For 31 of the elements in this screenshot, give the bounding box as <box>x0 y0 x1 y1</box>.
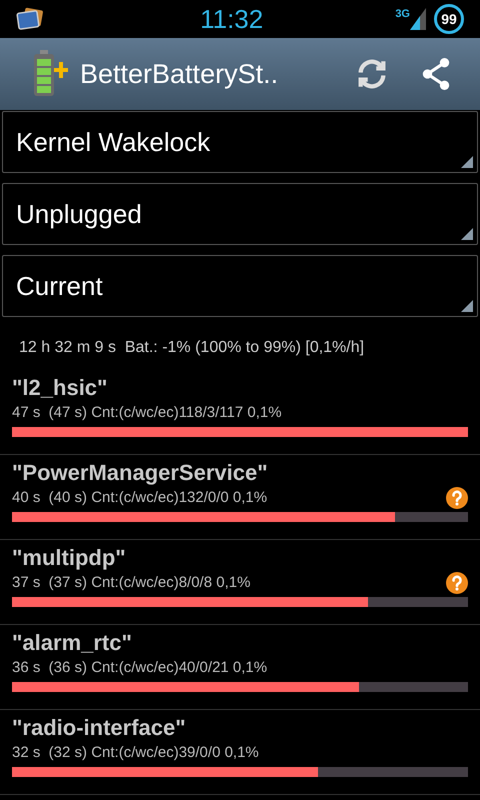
clock: 11:32 <box>200 2 264 36</box>
wakelock-details: 36 s (36 s) Cnt:(c/wc/ec)40/0/21 0,1% <box>12 658 268 678</box>
dropdown-corner-icon <box>461 300 473 312</box>
dropdown-corner-icon <box>461 228 473 240</box>
dropdown[interactable]: Kernel Wakelock <box>2 111 478 173</box>
battery-indicator: 99 <box>434 4 464 34</box>
dropdown[interactable]: Unplugged <box>2 183 478 245</box>
wakelock-row[interactable]: "l2_hsic" 47 s (47 s) Cnt:(c/wc/ec)118/3/117 0,1% <box>0 370 480 455</box>
wakelock-name: "radio-interface" <box>12 714 187 742</box>
app-title: BetterBatterySt.. <box>80 58 280 91</box>
signal-icon <box>410 8 426 30</box>
summary-text: 12 h 32 m 9 s Bat.: -1% (100% to 99%) [0,1%/h] <box>18 338 366 358</box>
wakelock-name: "l2_hsic" <box>12 374 108 402</box>
wakelock-name: "multipdp" <box>12 544 127 572</box>
wakelock-row[interactable]: "PowerManagerService" 40 s (40 s) Cnt:(c/wc/ec)132/0/0 0,1% <box>0 455 480 540</box>
dropdown[interactable]: Current <box>2 255 478 317</box>
wakelock-details: 37 s (37 s) Cnt:(c/wc/ec)8/0/8 0,1% <box>12 572 250 593</box>
wakelock-name: "alarm_rtc" <box>12 629 133 657</box>
battery-plus-icon <box>32 50 68 98</box>
help-icon[interactable] <box>446 572 468 594</box>
network-type: 3G <box>395 7 410 22</box>
wakelock-row[interactable]: "radio-interface" 32 s (32 s) Cnt:(c/wc/ec)39/0/0 0,1% <box>0 710 480 795</box>
wakelock-row[interactable]: "alarm_rtc" 36 s (36 s) Cnt:(c/wc/ec)40/0/21 0,1% <box>0 625 480 710</box>
wakelock-details: 32 s (32 s) Cnt:(c/wc/ec)39/0/0 0,1% <box>12 742 259 763</box>
dropdown-corner-icon <box>461 156 473 168</box>
wakelock-details: 47 s (47 s) Cnt:(c/wc/ec)118/3/117 0,1% <box>12 402 282 423</box>
wakelock-details: 40 s (40 s) Cnt:(c/wc/ec)132/0/0 0,1% <box>12 488 268 508</box>
photos-icon <box>16 7 44 31</box>
wakelock-name: "PowerManagerService" <box>12 459 269 487</box>
help-icon[interactable] <box>446 487 468 509</box>
wakelock-row[interactable]: "multipdp" 37 s (37 s) Cnt:(c/wc/ec)8/0/8 0,1% <box>0 540 480 625</box>
